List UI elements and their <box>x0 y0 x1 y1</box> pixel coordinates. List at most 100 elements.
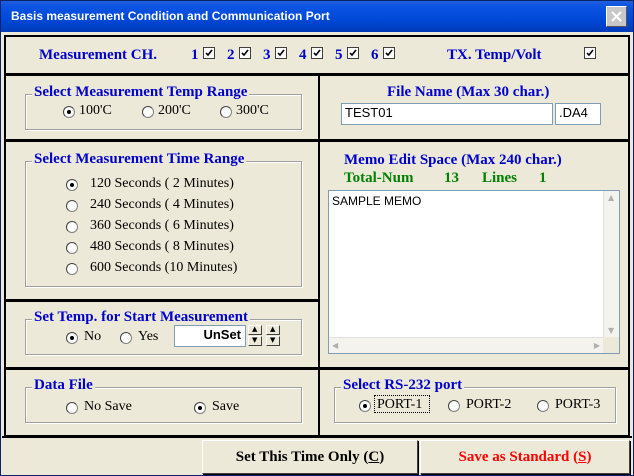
time-360-label[interactable]: 360 Seconds ( 6 Minutes) <box>90 218 234 234</box>
start-temp-spin-up-right[interactable]: ▲ <box>266 325 280 335</box>
tx-temp-volt-label: TX. Temp/Volt <box>447 47 542 63</box>
scroll-left-icon[interactable]: ◀ <box>332 341 338 350</box>
channel-5-checkbox[interactable] <box>347 47 359 59</box>
channel-2-checkbox[interactable] <box>239 47 251 59</box>
file-name-title: File Name (Max 30 char.) <box>387 84 550 100</box>
time-240-radio[interactable] <box>66 200 78 212</box>
data-file-panel: Data File No Save Save <box>4 368 320 437</box>
title-bar[interactable]: Basis measurement Condition and Communic… <box>1 1 633 32</box>
time-range-panel: Select Measurement Time Range 120 Second… <box>4 140 320 301</box>
file-name-input[interactable]: TEST01 <box>341 103 553 125</box>
channel-4-checkbox[interactable] <box>311 47 323 59</box>
time-600-label[interactable]: 600 Seconds (10 Minutes) <box>90 260 237 276</box>
start-temp-panel: Set Temp. for Start Measurement No Yes U… <box>4 300 320 369</box>
checkmark-icon <box>349 49 357 57</box>
channel-4-num: 4 <box>299 47 307 63</box>
temp-100-label[interactable]: 100'C <box>79 103 112 119</box>
tx-temp-volt-checkbox[interactable] <box>584 47 596 59</box>
channel-3-num: 3 <box>263 47 271 63</box>
close-icon <box>611 11 622 22</box>
memo-vertical-scrollbar[interactable]: ▲ ▼ <box>603 191 619 337</box>
time-480-label[interactable]: 480 Seconds ( 8 Minutes) <box>90 239 234 255</box>
port-2-radio[interactable] <box>448 400 460 412</box>
checkmark-icon <box>313 49 321 57</box>
scroll-up-icon[interactable]: ▲ <box>608 193 614 202</box>
start-temp-title: Set Temp. for Start Measurement <box>32 309 250 326</box>
memo-textarea[interactable]: SAMPLE MEMO ▲ ▼ ◀ ▶ <box>328 190 620 354</box>
time-240-label[interactable]: 240 Seconds ( 4 Minutes) <box>90 197 234 213</box>
save-as-standard-button[interactable]: Save as Standard (S) <box>420 440 630 474</box>
checkmark-icon <box>586 49 594 57</box>
channel-2-num: 2 <box>227 47 235 63</box>
memo-title: Memo Edit Space (Max 240 char.) <box>344 152 562 168</box>
set-this-time-suffix: ) <box>379 449 385 465</box>
channel-1-num: 1 <box>191 47 199 63</box>
time-360-radio[interactable] <box>66 221 78 233</box>
port-1-label[interactable]: PORT-1 <box>377 397 422 413</box>
start-temp-no-label[interactable]: No <box>84 329 101 345</box>
channel-3-checkbox[interactable] <box>275 47 287 59</box>
port-1-radio[interactable] <box>359 400 371 412</box>
time-120-label[interactable]: 120 Seconds ( 2 Minutes) <box>90 176 234 192</box>
channel-6-checkbox[interactable] <box>383 47 395 59</box>
time-range-title: Select Measurement Time Range <box>32 151 247 168</box>
rs232-panel: Select RS-232 port PORT-1 PORT-2 PORT-3 <box>318 368 630 437</box>
checkmark-icon <box>205 49 213 57</box>
channel-panel: Measurement CH. 1 2 3 4 5 6 TX. Temp/Vol… <box>4 35 630 75</box>
port-3-radio[interactable] <box>537 400 549 412</box>
temp-300-label[interactable]: 300'C <box>236 103 269 119</box>
memo-text: SAMPLE MEMO <box>332 194 422 208</box>
memo-total-value: 13 <box>444 170 459 186</box>
start-temp-yes-radio[interactable] <box>120 332 132 344</box>
start-temp-no-radio[interactable] <box>66 332 78 344</box>
checkmark-icon <box>277 49 285 57</box>
window-title: Basis measurement Condition and Communic… <box>11 9 330 23</box>
checkmark-icon <box>385 49 393 57</box>
memo-lines-label: Lines <box>482 170 518 186</box>
set-this-time-only-button[interactable]: Set This Time Only (C) <box>202 440 418 474</box>
start-temp-value: UnSet <box>203 327 241 342</box>
scrollbar-corner <box>603 337 619 353</box>
temp-range-group: Select Measurement Temp Range 100'C 200'… <box>25 84 302 130</box>
temp-200-label[interactable]: 200'C <box>158 103 191 119</box>
file-extension-input[interactable]: .DA4 <box>555 103 601 125</box>
memo-lines-value: 1 <box>539 170 547 186</box>
start-temp-spin-down-right[interactable]: ▼ <box>266 336 280 346</box>
save-standard-prefix: Save as Standard ( <box>458 449 579 465</box>
port-3-label[interactable]: PORT-3 <box>555 397 600 413</box>
start-temp-input[interactable]: UnSet <box>174 325 246 347</box>
save-label[interactable]: Save <box>212 399 239 415</box>
channel-1-checkbox[interactable] <box>203 47 215 59</box>
start-temp-spin-up-left[interactable]: ▲ <box>248 325 262 335</box>
rs232-title: Select RS-232 port <box>341 377 465 394</box>
save-radio[interactable] <box>194 402 206 414</box>
file-name-panel: File Name (Max 30 char.) TEST01 .DA4 <box>318 74 630 141</box>
time-600-radio[interactable] <box>66 263 78 275</box>
start-temp-group: Set Temp. for Start Measurement No Yes U… <box>25 309 302 355</box>
temp-100-radio[interactable] <box>63 106 75 118</box>
scroll-right-icon[interactable]: ▶ <box>594 341 600 350</box>
temp-range-panel: Select Measurement Temp Range 100'C 200'… <box>4 74 320 141</box>
start-temp-spin-down-left[interactable]: ▼ <box>248 336 262 346</box>
port-2-label[interactable]: PORT-2 <box>466 397 511 413</box>
time-120-radio[interactable] <box>66 179 78 191</box>
start-temp-yes-label[interactable]: Yes <box>138 329 158 345</box>
scroll-down-icon[interactable]: ▼ <box>608 326 614 335</box>
set-this-time-prefix: Set This Time Only ( <box>235 449 369 465</box>
spin-down-icon: ▼ <box>252 336 258 344</box>
no-save-label[interactable]: No Save <box>84 399 132 415</box>
data-file-title: Data File <box>32 377 95 394</box>
memo-total-label: Total-Num <box>344 170 414 186</box>
save-standard-suffix: ) <box>586 449 592 465</box>
spin-up-icon: ▲ <box>270 325 276 333</box>
temp-200-radio[interactable] <box>142 106 154 118</box>
memo-horizontal-scrollbar[interactable]: ◀ ▶ <box>329 337 603 353</box>
data-file-group: Data File No Save Save <box>25 377 302 423</box>
dialog-window: Basis measurement Condition and Communic… <box>0 0 634 476</box>
no-save-radio[interactable] <box>66 402 78 414</box>
close-button[interactable] <box>606 6 627 27</box>
spin-down-icon: ▼ <box>270 336 276 344</box>
time-480-radio[interactable] <box>66 242 78 254</box>
time-range-group: Select Measurement Time Range 120 Second… <box>25 151 302 287</box>
temp-300-radio[interactable] <box>220 106 232 118</box>
